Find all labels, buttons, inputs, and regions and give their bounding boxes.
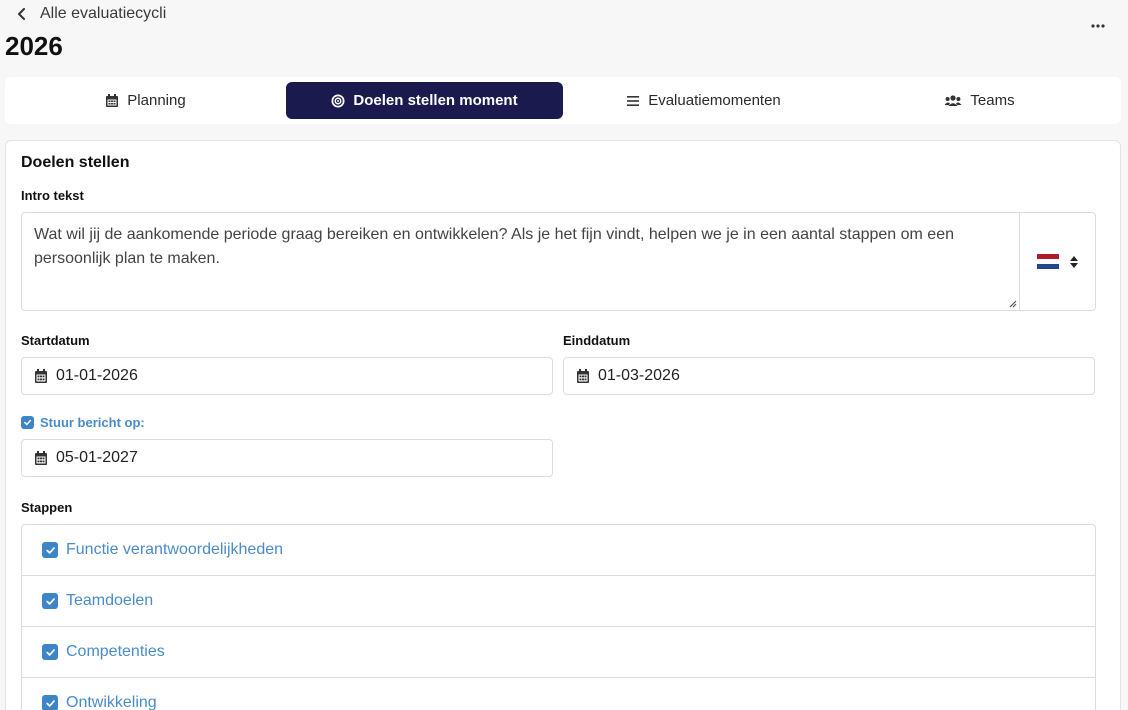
- step-checkbox[interactable]: [42, 644, 58, 660]
- resize-grip-icon[interactable]: [1007, 298, 1017, 308]
- intro-label: Intro tekst: [21, 188, 84, 203]
- step-functie-verantwoordelijkheden[interactable]: Functie verantwoordelijkheden: [22, 525, 1095, 576]
- tab-label: Evaluatiemomenten: [648, 92, 781, 109]
- notify-date-value: 05-01-2027: [56, 449, 138, 466]
- intro-textarea[interactable]: Wat wil jij de aankomende periode graag …: [22, 213, 1019, 310]
- notify-label: Stuur bericht op:: [40, 415, 145, 430]
- tab-label: Planning: [127, 92, 186, 109]
- notify-row: Stuur bericht op:: [21, 415, 145, 430]
- checkmark-icon: [24, 419, 32, 426]
- list-icon: [627, 95, 640, 106]
- checkmark-icon: [45, 597, 55, 605]
- step-checkbox[interactable]: [42, 542, 58, 558]
- notify-checkbox[interactable]: [21, 416, 34, 429]
- notify-date-input[interactable]: 05-01-2027: [21, 439, 553, 477]
- chevron-left-icon: [18, 8, 25, 20]
- calendar-icon: [106, 93, 119, 107]
- step-label: Ontwikkeling: [66, 694, 157, 710]
- start-date-input[interactable]: 01-01-2026: [21, 357, 553, 395]
- step-ontwikkeling[interactable]: Ontwikkeling: [22, 678, 1095, 710]
- more-options-button[interactable]: [1088, 14, 1108, 38]
- steps-list: Functie verantwoordelijkheden Teamdoelen…: [21, 524, 1096, 710]
- tab-doelen-stellen-moment[interactable]: Doelen stellen moment: [286, 82, 563, 119]
- intro-text-value: Wat wil jij de aankomende periode graag …: [34, 226, 954, 267]
- users-icon: [944, 94, 962, 106]
- back-link-label: Alle evaluatiecycli: [40, 5, 167, 22]
- step-checkbox[interactable]: [42, 593, 58, 609]
- step-checkbox[interactable]: [42, 695, 58, 710]
- section-title: Doelen stellen: [21, 154, 130, 171]
- checkmark-icon: [45, 699, 55, 707]
- end-date-value: 01-03-2026: [598, 367, 680, 384]
- calendar-icon: [577, 368, 589, 383]
- language-select[interactable]: [1019, 213, 1095, 310]
- steps-label: Stappen: [21, 500, 73, 515]
- step-label: Teamdoelen: [66, 592, 154, 609]
- calendar-icon: [35, 450, 47, 465]
- step-label: Functie verantwoordelijkheden: [66, 541, 284, 558]
- tab-evaluatiemomenten[interactable]: Evaluatiemomenten: [563, 82, 844, 119]
- flag-stripe-blue: [1036, 264, 1059, 270]
- dutch-flag-icon: [1036, 253, 1059, 270]
- checkmark-icon: [45, 648, 55, 656]
- step-label: Competenties: [66, 643, 165, 660]
- ellipsis-icon: [1091, 24, 1105, 28]
- back-link[interactable]: Alle evaluatiecycli: [16, 5, 166, 23]
- tab-bar: Planning Doelen stellen moment Evaluatie…: [5, 77, 1121, 124]
- step-competenties[interactable]: Competenties: [22, 627, 1095, 678]
- start-date-label: Startdatum: [21, 333, 90, 348]
- tab-label: Teams: [970, 92, 1015, 109]
- start-date-value: 01-01-2026: [56, 367, 138, 384]
- calendar-icon: [35, 368, 47, 383]
- page-title: 2026: [5, 31, 63, 61]
- step-teamdoelen[interactable]: Teamdoelen: [22, 576, 1095, 627]
- goal-setting-card: Doelen stellen Intro tekst Wat wil jij d…: [5, 140, 1121, 710]
- checkmark-icon: [45, 546, 55, 554]
- intro-text-field: Wat wil jij de aankomende periode graag …: [21, 212, 1096, 311]
- sort-arrows-icon: [1069, 255, 1078, 268]
- target-icon: [331, 94, 345, 107]
- tab-label: Doelen stellen moment: [353, 92, 518, 109]
- end-date-input[interactable]: 01-03-2026: [563, 357, 1095, 395]
- end-date-label: Einddatum: [563, 333, 631, 348]
- tab-planning[interactable]: Planning: [10, 82, 281, 119]
- tab-teams[interactable]: Teams: [844, 82, 1115, 119]
